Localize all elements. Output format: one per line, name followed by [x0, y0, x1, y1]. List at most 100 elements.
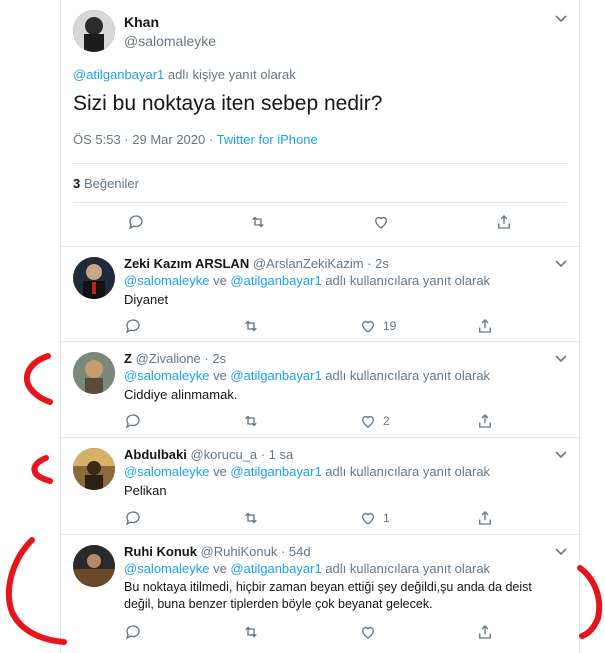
mention-link[interactable]: @salomaleyke — [124, 368, 209, 383]
retweet-button[interactable] — [242, 623, 260, 641]
retweet-button[interactable] — [249, 213, 267, 231]
share-icon — [479, 414, 491, 428]
replying-to: @salomaleyke ve @atilganbayar1 adlı kull… — [124, 273, 490, 288]
reply-tweet[interactable]: Ruhi Konuk @RuhiKonuk · 54d @salomaleyke… — [61, 535, 579, 653]
share-icon — [479, 319, 491, 333]
replying-to: @salomaleyke ve @atilganbayar1 adlı kull… — [124, 368, 490, 383]
avatar[interactable] — [73, 10, 115, 52]
reply-icon — [125, 511, 140, 526]
mention-link[interactable]: @atilganbayar1 — [230, 464, 321, 479]
author-name[interactable]: Khan — [124, 14, 159, 30]
replying-mid: ve — [209, 561, 231, 576]
retweet-button[interactable] — [242, 317, 260, 335]
like-count: 19 — [383, 319, 397, 333]
like-count: 1 — [383, 511, 390, 525]
retweet-icon — [245, 320, 257, 332]
like-button[interactable]: 1 — [359, 509, 390, 527]
like-count: 2 — [383, 414, 390, 428]
mention-link[interactable]: @atilganbayar1 — [230, 368, 321, 383]
share-button[interactable] — [476, 623, 494, 641]
reply-header: Abdulbaki @korucu_a · 1 sa — [124, 447, 293, 462]
reply-button[interactable] — [124, 317, 142, 335]
author-name[interactable]: Ruhi Konuk — [124, 544, 197, 559]
tweet-timestamp[interactable]: ÖS 5:53 · 29 Mar 2020 · — [73, 132, 217, 147]
reply-tweet[interactable]: Zeki Kazım ARSLAN @ArslanZekiKazim · 2s … — [61, 247, 579, 342]
reply-actions — [61, 623, 579, 647]
reply-icon — [125, 319, 140, 334]
reply-text: Ciddiye alinmamak. — [124, 387, 238, 402]
reply-button[interactable] — [127, 213, 145, 231]
reply-actions: 1 — [61, 509, 579, 533]
chevron-down-icon[interactable] — [555, 12, 567, 26]
author-name[interactable]: Abdulbaki — [124, 447, 187, 462]
share-button[interactable] — [495, 213, 513, 231]
chevron-down-icon[interactable] — [555, 352, 567, 366]
chevron-down-icon[interactable] — [555, 545, 567, 559]
retweet-icon — [252, 216, 264, 228]
replying-suffix: adlı kullanıcılara yanıt olarak — [321, 464, 491, 479]
reply-icon — [125, 625, 140, 640]
tweet-source[interactable]: Twitter for iPhone — [217, 132, 318, 147]
mention-link[interactable]: @salomaleyke — [124, 561, 209, 576]
like-button[interactable] — [372, 213, 390, 231]
tweet-meta: ÖS 5:53 · 29 Mar 2020 · Twitter for iPho… — [73, 132, 318, 147]
share-button[interactable] — [476, 317, 494, 335]
heart-icon — [362, 320, 374, 333]
heart-icon — [362, 415, 374, 428]
share-icon — [479, 511, 491, 525]
like-button[interactable]: 19 — [359, 317, 396, 335]
like-button[interactable]: 2 — [359, 412, 390, 430]
retweet-button[interactable] — [242, 412, 260, 430]
reply-text: Bu noktaya itilmedi, hiçbir zaman beyan … — [124, 580, 532, 611]
reply-actions: 19 — [61, 317, 579, 341]
mention-link[interactable]: @atilganbayar1 — [230, 561, 321, 576]
avatar[interactable] — [73, 448, 115, 490]
author-handle-time[interactable]: @Zivalione · 2s — [132, 351, 227, 366]
chevron-down-icon[interactable] — [555, 448, 567, 462]
replying-mid: ve — [209, 273, 231, 288]
retweet-icon — [245, 626, 257, 638]
author-handle-time[interactable]: @RuhiKonuk · 54d — [197, 544, 311, 559]
author-handle[interactable]: @salomaleyke — [124, 33, 216, 49]
author-handle-time[interactable]: @korucu_a · 1 sa — [187, 447, 293, 462]
reply-button[interactable] — [124, 623, 142, 641]
avatar-image — [73, 10, 115, 52]
reply-icon — [128, 215, 143, 230]
likes-label: Beğeniler — [84, 176, 139, 191]
like-button[interactable] — [359, 623, 383, 641]
retweet-button[interactable] — [242, 509, 260, 527]
author-name[interactable]: Zeki Kazım ARSLAN — [124, 256, 249, 271]
share-button[interactable] — [476, 412, 494, 430]
reply-header: Z @Zivalione · 2s — [124, 351, 226, 366]
avatar[interactable] — [73, 257, 115, 299]
mention-link[interactable]: @salomaleyke — [124, 273, 209, 288]
reply-tweet[interactable]: Z @Zivalione · 2s @salomaleyke ve @atilg… — [61, 342, 579, 438]
heart-icon — [375, 216, 387, 229]
reply-header: Zeki Kazım ARSLAN @ArslanZekiKazim · 2s — [124, 256, 389, 271]
tweet-thread: Khan @salomaleyke @atilganbayar1 adlı ki… — [60, 0, 580, 653]
replying-to: @salomaleyke ve @atilganbayar1 adlı kull… — [124, 464, 490, 479]
author-name[interactable]: Z — [124, 351, 132, 366]
retweet-icon — [245, 415, 257, 427]
reply-tweet[interactable]: Abdulbaki @korucu_a · 1 sa @salomaleyke … — [61, 438, 579, 535]
heart-icon — [362, 626, 374, 639]
reply-text: Pelikan — [124, 483, 167, 498]
replying-mid: ve — [209, 464, 231, 479]
avatar[interactable] — [73, 352, 115, 394]
share-button[interactable] — [476, 509, 494, 527]
replying-suffix: adlı kullanıcılara yanıt olarak — [321, 368, 491, 383]
likes-row[interactable]: 3 Beğeniler — [73, 163, 567, 203]
tweet-text: Sizi bu noktaya iten sebep nedir? — [73, 92, 383, 115]
mention-link[interactable]: @salomaleyke — [124, 464, 209, 479]
avatar[interactable] — [73, 545, 115, 587]
mention-link[interactable]: @atilganbayar1 — [73, 67, 164, 82]
replying-suffix: adlı kullanıcılara yanıt olarak — [321, 273, 491, 288]
author-handle-time[interactable]: @ArslanZekiKazim · 2s — [249, 256, 389, 271]
reply-button[interactable] — [124, 412, 142, 430]
chevron-down-icon[interactable] — [555, 257, 567, 271]
reply-button[interactable] — [124, 509, 142, 527]
tweet-actions — [61, 213, 579, 237]
replying-to: @salomaleyke ve @atilganbayar1 adlı kull… — [124, 561, 490, 576]
mention-link[interactable]: @atilganbayar1 — [230, 273, 321, 288]
share-icon — [479, 625, 491, 639]
